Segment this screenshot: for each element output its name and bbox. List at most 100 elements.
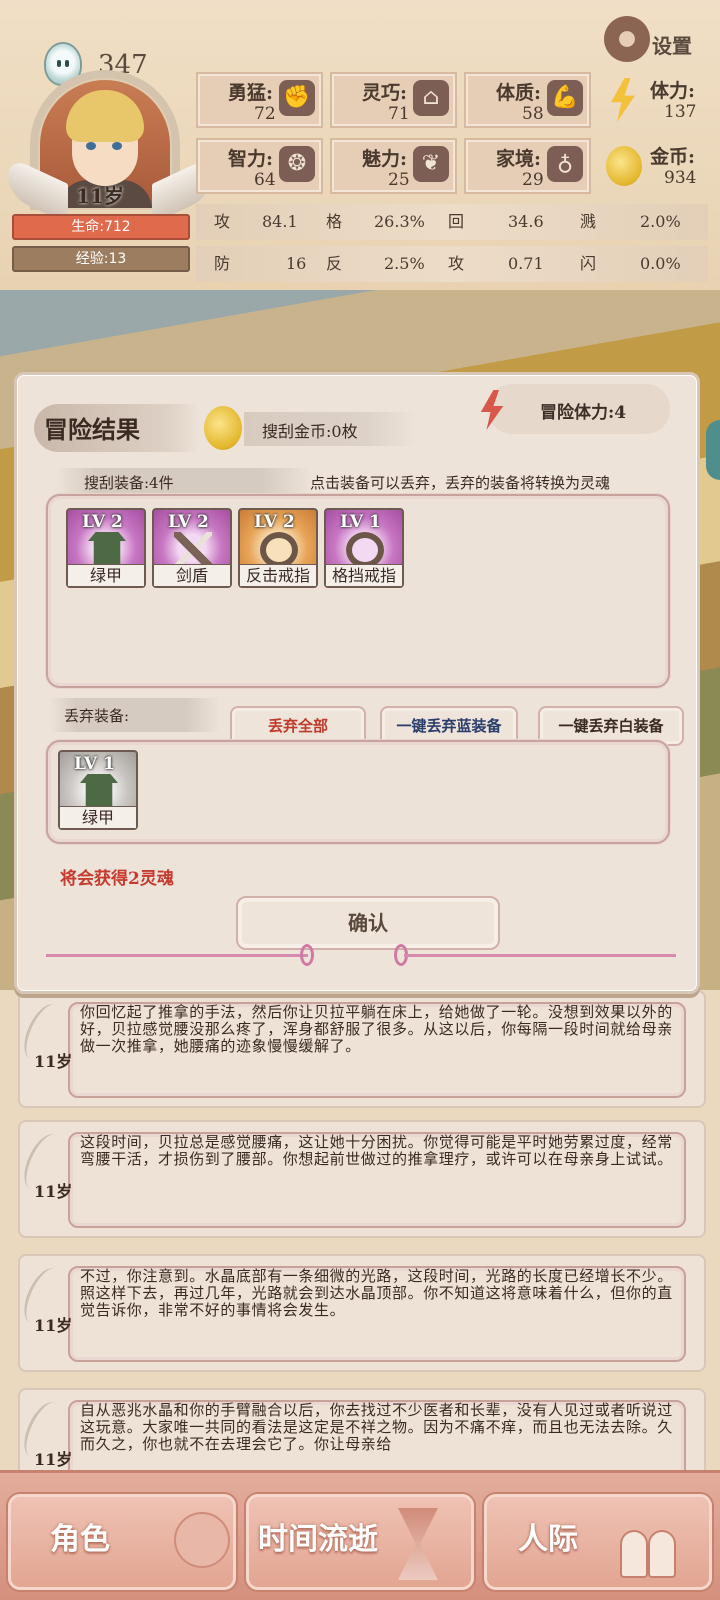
- combat-label: 反击:: [326, 254, 347, 309]
- discard-label: 丢弃装备:: [64, 707, 130, 725]
- settings-button[interactable]: 设置: [604, 16, 714, 62]
- divider-right: [404, 954, 676, 957]
- stamina-label: 体力:: [650, 80, 696, 102]
- attr-charm[interactable]: 魅力: 25 ❦: [330, 138, 457, 194]
- people-icon: [622, 1520, 678, 1576]
- combat-value: 2.0%: [640, 212, 681, 231]
- flower-icon: ❦: [413, 146, 449, 182]
- divider-left: [46, 954, 308, 957]
- attr-label: 家境:: [496, 148, 542, 170]
- log-entry: 11岁 你回忆起了推拿的手法，然后你让贝拉平躺在床上，给她做了一轮。没想到效果以…: [16, 990, 706, 1108]
- attr-intelligence[interactable]: 智力: 64 ❂: [196, 138, 323, 194]
- ring-icon: [346, 532, 384, 568]
- settings-label: 设置: [652, 34, 692, 58]
- equipment-item[interactable]: LV 2 反击戒指: [238, 508, 318, 588]
- gold-label: 金币:: [650, 146, 696, 168]
- attr-value: 25: [388, 170, 410, 190]
- item-name: 绿甲: [68, 564, 144, 586]
- combat-value: 26.3%: [374, 212, 425, 231]
- combat-value: 2.5%: [384, 254, 425, 273]
- gold-value: 934: [664, 168, 697, 188]
- combat-value: 16: [286, 254, 307, 273]
- equipment-item[interactable]: LV 1 格挡戒指: [324, 508, 404, 588]
- item-level: LV 2: [82, 512, 123, 532]
- discard-hint: 点击装备可以丢弃，丢弃的装备将转换为灵魂: [310, 474, 611, 492]
- combat-label: 格挡:: [326, 212, 347, 267]
- item-name: 反击戒指: [240, 564, 316, 586]
- attr-value: 71: [388, 104, 410, 124]
- log-entry: 11岁 这段时间，贝拉总是感觉腰痛，这让她十分困扰。你觉得可能是平时她劳累过度，…: [16, 1120, 706, 1238]
- attr-constitution[interactable]: 体质: 58 💪: [464, 72, 591, 128]
- attr-label: 智力:: [228, 148, 274, 170]
- discard-item-grid: [46, 740, 670, 844]
- combat-value: 0.71: [508, 254, 544, 273]
- item-level: LV 2: [168, 512, 209, 532]
- attr-value: 29: [522, 170, 544, 190]
- hp-bar: 生命:712: [12, 214, 190, 240]
- loot-gold-text: 搜刮金币:0枚: [262, 422, 358, 441]
- adventure-stamina: 冒险体力:4: [540, 403, 627, 423]
- sword-shield-icon: [174, 532, 212, 568]
- equipment-item[interactable]: LV 2 剑盾: [152, 508, 232, 588]
- gear-icon: [604, 16, 650, 62]
- attr-label: 体质:: [496, 82, 542, 104]
- gold-coin-icon: [606, 146, 642, 186]
- item-level: LV 1: [74, 754, 115, 774]
- nav-social-label: 人际: [518, 1522, 578, 1557]
- side-tab[interactable]: [706, 420, 720, 480]
- attr-agile[interactable]: 灵巧: 71 ⌂: [330, 72, 457, 128]
- stamina-value: 137: [664, 102, 697, 122]
- nav-time-label: 时间流逝: [258, 1522, 378, 1557]
- equipment-item[interactable]: LV 2 绿甲: [66, 508, 146, 588]
- combat-label: 防御:: [214, 254, 235, 309]
- log-text: 你回忆起了推拿的手法，然后你让贝拉平躺在床上，给她做了一轮。没想到效果以外的好，…: [80, 1003, 673, 1055]
- attr-label: 灵巧:: [362, 82, 408, 104]
- age-label: 11岁: [76, 184, 124, 208]
- soul-gain-text: 将会获得2灵魂: [60, 869, 174, 889]
- xp-bar: 经验:13: [12, 246, 190, 272]
- armor-icon: [80, 774, 118, 810]
- loot-equip-count: 搜刮装备:4件: [84, 474, 174, 492]
- combat-value: 84.1: [262, 212, 298, 231]
- ring-icon: [260, 532, 298, 568]
- cloak-icon: ⌂: [413, 80, 449, 116]
- item-name: 绿甲: [60, 806, 136, 828]
- item-level: LV 2: [254, 512, 295, 532]
- log-entry: 11岁 不过，你注意到。水晶底部有一条细微的光路，这段时间，光路的长度已经增长不…: [16, 1254, 706, 1372]
- fist-icon: ✊: [279, 80, 315, 116]
- attr-value: 58: [522, 104, 544, 124]
- item-name: 格挡戒指: [326, 564, 402, 586]
- attr-brave[interactable]: 勇猛: 72 ✊: [196, 72, 323, 128]
- log-text: 不过，你注意到。水晶底部有一条细微的光路，这段时间，光路的长度已经增长不少。照这…: [80, 1267, 673, 1319]
- attr-label: 魅力:: [362, 148, 408, 170]
- log-text: 这段时间，贝拉总是感觉腰痛，这让她十分困扰。你觉得可能是平时她劳累过度，经常弯腰…: [80, 1133, 673, 1168]
- attr-family[interactable]: 家境: 29 ♁: [464, 138, 591, 194]
- combat-label: 回复:: [448, 212, 469, 267]
- log-age: 11岁: [34, 1052, 73, 1071]
- combat-label: 攻速:: [448, 254, 469, 309]
- attr-label: 勇猛:: [228, 82, 274, 104]
- divider-knot-icon: [300, 944, 314, 966]
- log-age: 11岁: [34, 1182, 73, 1201]
- confirm-button[interactable]: 确认: [236, 896, 500, 950]
- combat-label: 闪避:: [580, 254, 601, 309]
- dialog-title: 冒险结果: [44, 415, 140, 444]
- arm-icon: 💪: [547, 80, 583, 116]
- combat-label: 攻击:: [214, 212, 235, 267]
- attr-value: 64: [254, 170, 276, 190]
- nav-role-label: 角色: [50, 1522, 110, 1557]
- attr-value: 72: [254, 104, 276, 124]
- gold-coin-icon: [204, 406, 242, 450]
- armor-icon: [88, 532, 126, 568]
- money-bag-icon: ♁: [547, 146, 583, 182]
- combat-value: 34.6: [508, 212, 544, 231]
- item-name: 剑盾: [154, 564, 230, 586]
- brain-icon: ❂: [279, 146, 315, 182]
- combat-label: 溅伤:: [580, 212, 601, 267]
- discarded-item[interactable]: LV 1 绿甲: [58, 750, 138, 830]
- log-age: 11岁: [34, 1316, 73, 1335]
- role-icon: [174, 1512, 230, 1568]
- combat-value: 0.0%: [640, 254, 681, 273]
- log-age: 11岁: [34, 1450, 73, 1469]
- log-text: 自从恶兆水晶和你的手臂融合以后，你去找过不少医者和长辈，没有人见过或者听说过这玩…: [80, 1401, 673, 1453]
